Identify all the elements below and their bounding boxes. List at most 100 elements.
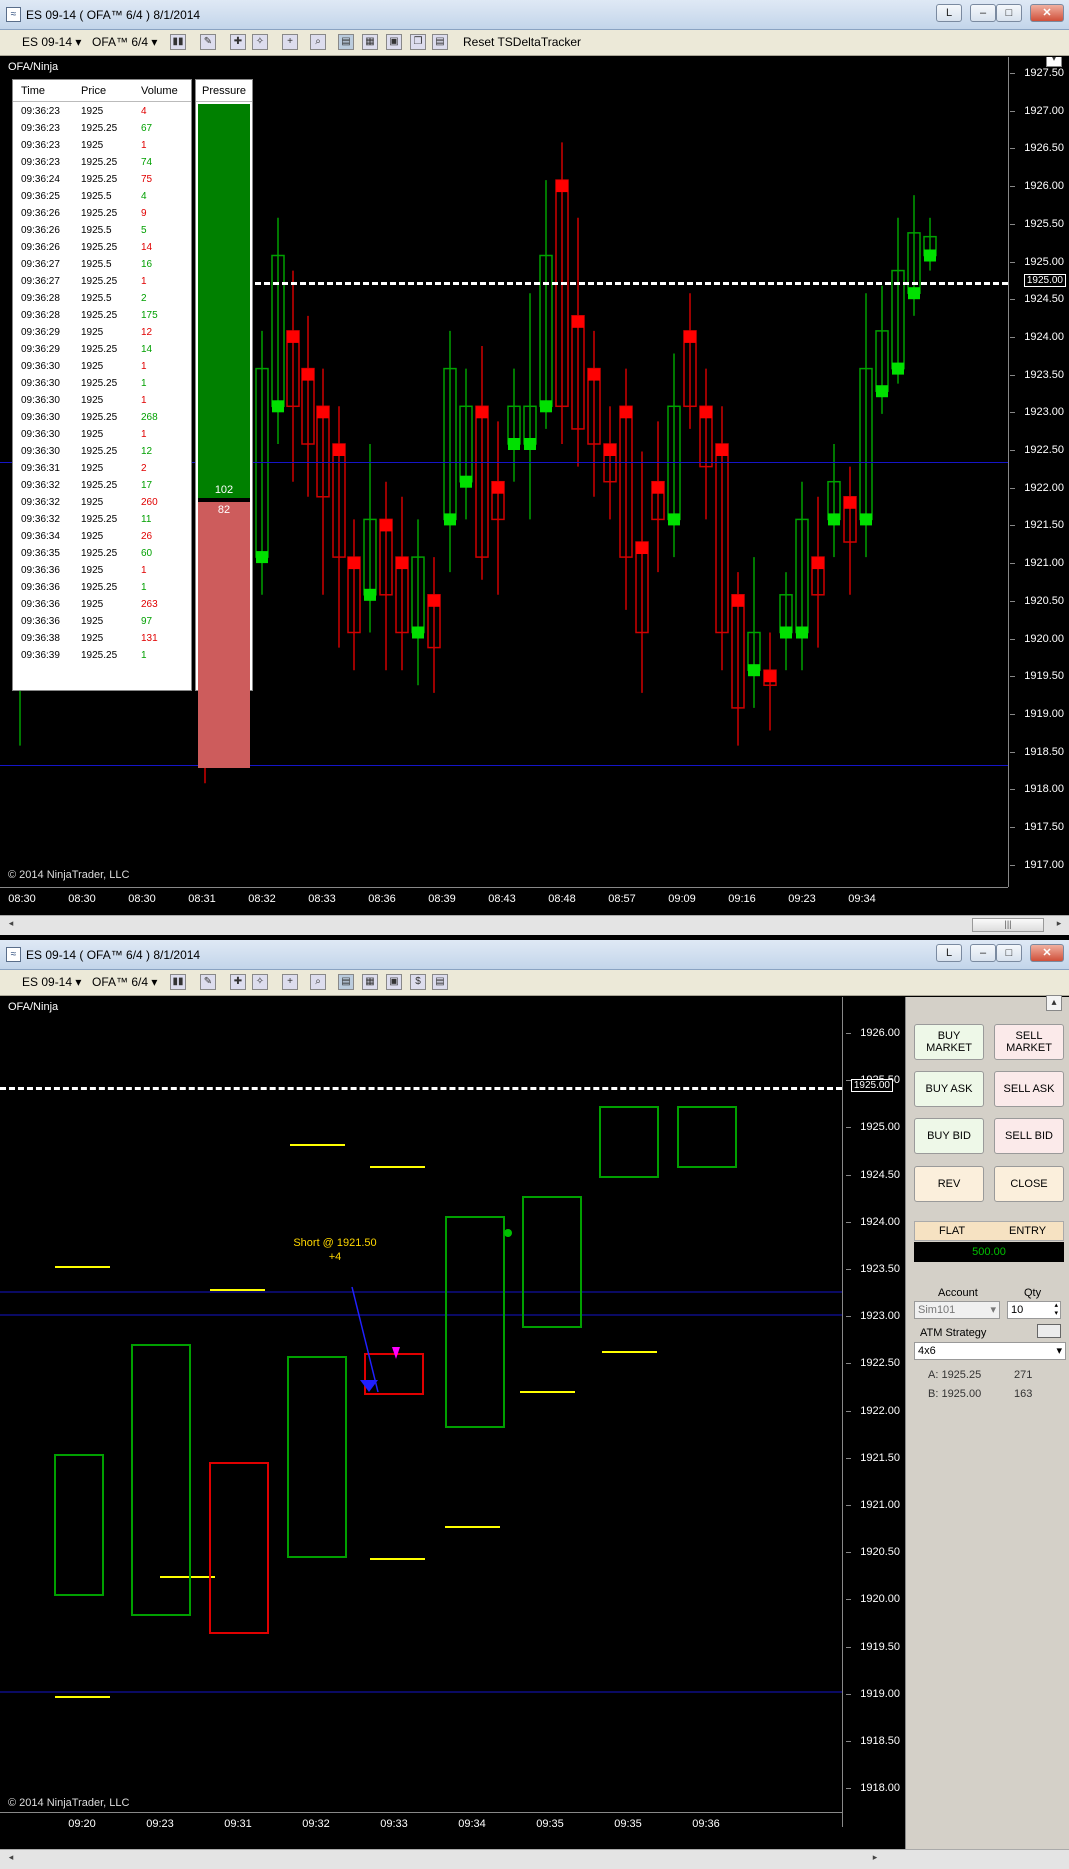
atm-strategy-select[interactable]: 4x6 ▾ [914, 1342, 1066, 1360]
ts-price: 1925.5 [81, 191, 112, 202]
period-selector[interactable]: OFA™ 6/4 ▾ [92, 975, 157, 989]
ts-row: 09:36:24 1925.25 75 [13, 172, 191, 189]
last-price-marker: 1925.00 [1023, 274, 1066, 287]
zoom-icon[interactable]: ⌕ [310, 974, 326, 990]
buy-ask-button[interactable]: BUY ASK [914, 1071, 984, 1107]
account-select[interactable]: Sim101 ▾ [914, 1301, 1000, 1319]
reverse-button[interactable]: REV [914, 1166, 984, 1202]
sell-market-button[interactable]: SELL MARKET [994, 1024, 1064, 1060]
ts-volume: 74 [141, 157, 153, 168]
scroll-left-icon[interactable]: ◂ [4, 1852, 18, 1866]
ts-row: 09:36:30 1925.25 1 [13, 376, 191, 393]
window-menu-button[interactable]: L [936, 944, 962, 962]
ts-price: 1925.25 [81, 650, 118, 661]
indicator-icon[interactable]: ✚ [230, 34, 246, 50]
price-axis[interactable]: 1927.50 1927.00 1926.50 1926.00 1925.50 1925.… [1008, 57, 1069, 887]
delta-marker [476, 406, 488, 419]
ts-price: 1925.25 [81, 412, 118, 423]
buy-market-button[interactable]: BUY MARKET [914, 1024, 984, 1060]
close-position-button[interactable]: CLOSE [994, 1166, 1064, 1202]
ts-time: 09:36:32 [21, 514, 60, 525]
stepper-arrows-icon[interactable]: ▴ ▾ [1054, 1302, 1058, 1318]
horizontal-scrollbar-bottom[interactable]: ◂ ▸ [0, 1849, 1069, 1869]
scroll-right-icon[interactable]: ▸ [1052, 918, 1066, 932]
crosshair-icon[interactable]: + [282, 974, 298, 990]
ts-row: 09:36:27 1925.5 16 [13, 257, 191, 274]
ts-price: 1925.25 [81, 208, 118, 219]
sell-ask-button[interactable]: SELL ASK [994, 1071, 1064, 1107]
indicator-icon[interactable]: ✚ [230, 974, 246, 990]
time-axis[interactable]: 08:30 08:30 08:30 08:31 08:32 08:33 08:36 08:39… [0, 887, 1008, 915]
orderflow-chart[interactable]: OFA/Ninja Short @ 1921.50 +4 © 2014 Ninj… [0, 997, 905, 1849]
bar-type-icon[interactable]: ▮▮ [170, 974, 186, 990]
pencil-icon[interactable]: ✎ [200, 34, 216, 50]
ts-row: 09:36:36 1925 97 [13, 614, 191, 631]
ts-header-price: Price [81, 85, 107, 97]
maximize-button[interactable]: □ [996, 4, 1022, 22]
chart-trader-icon[interactable]: ▤ [338, 34, 354, 50]
scroll-left-icon[interactable]: ◂ [4, 918, 18, 932]
delta-marker [764, 670, 776, 683]
instrument-selector[interactable]: ES 09-14 ▾ [22, 975, 81, 989]
maximize-button[interactable]: □ [996, 944, 1022, 962]
time-tick: 08:30 [8, 893, 36, 905]
time-tick: 08:48 [548, 893, 576, 905]
strategy-icon[interactable]: ✧ [252, 34, 268, 50]
ts-price: 1925.25 [81, 548, 118, 559]
crosshair-icon[interactable]: + [282, 34, 298, 50]
properties-icon[interactable]: ▣ [386, 974, 402, 990]
scroll-right-icon[interactable]: ▸ [868, 1852, 882, 1866]
position-status: FLAT ENTRY [914, 1221, 1064, 1241]
sell-bid-button[interactable]: SELL BID [994, 1118, 1064, 1154]
ts-row: 09:36:34 1925 26 [13, 529, 191, 546]
price-tick: 1921.50 [1010, 519, 1064, 532]
scroll-thumb[interactable]: ||| [972, 918, 1044, 932]
atm-settings-icon[interactable] [1037, 1324, 1061, 1338]
ts-volume: 263 [141, 599, 158, 610]
data-box-icon[interactable]: ▦ [362, 974, 378, 990]
period-selector[interactable]: OFA™ 6/4 ▾ [92, 35, 157, 49]
page-icon[interactable]: ▤ [432, 974, 448, 990]
delta-marker [924, 249, 936, 262]
collapse-icon[interactable]: ▴ [1046, 995, 1062, 1011]
time-axis[interactable]: 09:20 09:23 09:31 09:32 09:33 09:34 09:35 09:35… [0, 1812, 842, 1840]
ts-time: 09:36:28 [21, 293, 60, 304]
price-axis[interactable]: 1926.001925.501925.001924.501924.001923.… [842, 997, 905, 1827]
properties-icon[interactable]: ▣ [386, 34, 402, 50]
qty-stepper[interactable]: 10 ▴ ▾ [1007, 1301, 1061, 1319]
price-chart-top[interactable]: OFA/Ninja Time Price Volume 09:36:23 1925… [0, 57, 1069, 915]
ts-volume: 2 [141, 293, 147, 304]
ts-price: 1925 [81, 531, 104, 542]
minimize-button[interactable]: – [970, 4, 996, 22]
buy-bid-button[interactable]: BUY BID [914, 1118, 984, 1154]
strategy-icon[interactable]: ✧ [252, 974, 268, 990]
time-tick: 08:32 [248, 893, 276, 905]
pencil-icon[interactable]: ✎ [200, 974, 216, 990]
horizontal-scrollbar-top[interactable]: ◂ ||| ▸ [0, 915, 1069, 935]
delta-marker [287, 330, 299, 343]
window-menu-button[interactable]: L [936, 4, 962, 22]
close-button[interactable]: ✕ [1030, 4, 1064, 22]
minimize-button[interactable]: – [970, 944, 996, 962]
instrument-selector[interactable]: ES 09-14 ▾ [22, 35, 81, 49]
time-tick: 09:34 [458, 1818, 486, 1830]
price-tick: 1921.00 [1010, 557, 1064, 570]
ts-row: 09:36:29 1925 12 [13, 325, 191, 342]
ts-volume: 1 [141, 582, 147, 593]
close-button[interactable]: ✕ [1030, 944, 1064, 962]
chart-trader-icon[interactable]: ▤ [338, 974, 354, 990]
price-tick: 1923.50 [1010, 368, 1064, 381]
ts-volume: 1 [141, 650, 147, 661]
bar-type-icon[interactable]: ▮▮ [170, 34, 186, 50]
ts-time: 09:36:31 [21, 463, 60, 474]
app-icon: ≈ [6, 947, 21, 962]
copy-icon[interactable]: ❐ [410, 34, 426, 50]
dropdown-arrow-icon[interactable]: ▾ [1046, 57, 1062, 67]
ts-time: 09:36:23 [21, 123, 60, 134]
price-tick: 1926.00 [846, 1027, 900, 1039]
data-box-icon[interactable]: ▦ [362, 34, 378, 50]
reset-tsdelta-button[interactable]: Reset TSDeltaTracker [463, 35, 581, 49]
page-icon[interactable]: ▤ [432, 34, 448, 50]
zoom-icon[interactable]: ⌕ [310, 34, 326, 50]
dollar-icon[interactable]: $ [410, 974, 426, 990]
